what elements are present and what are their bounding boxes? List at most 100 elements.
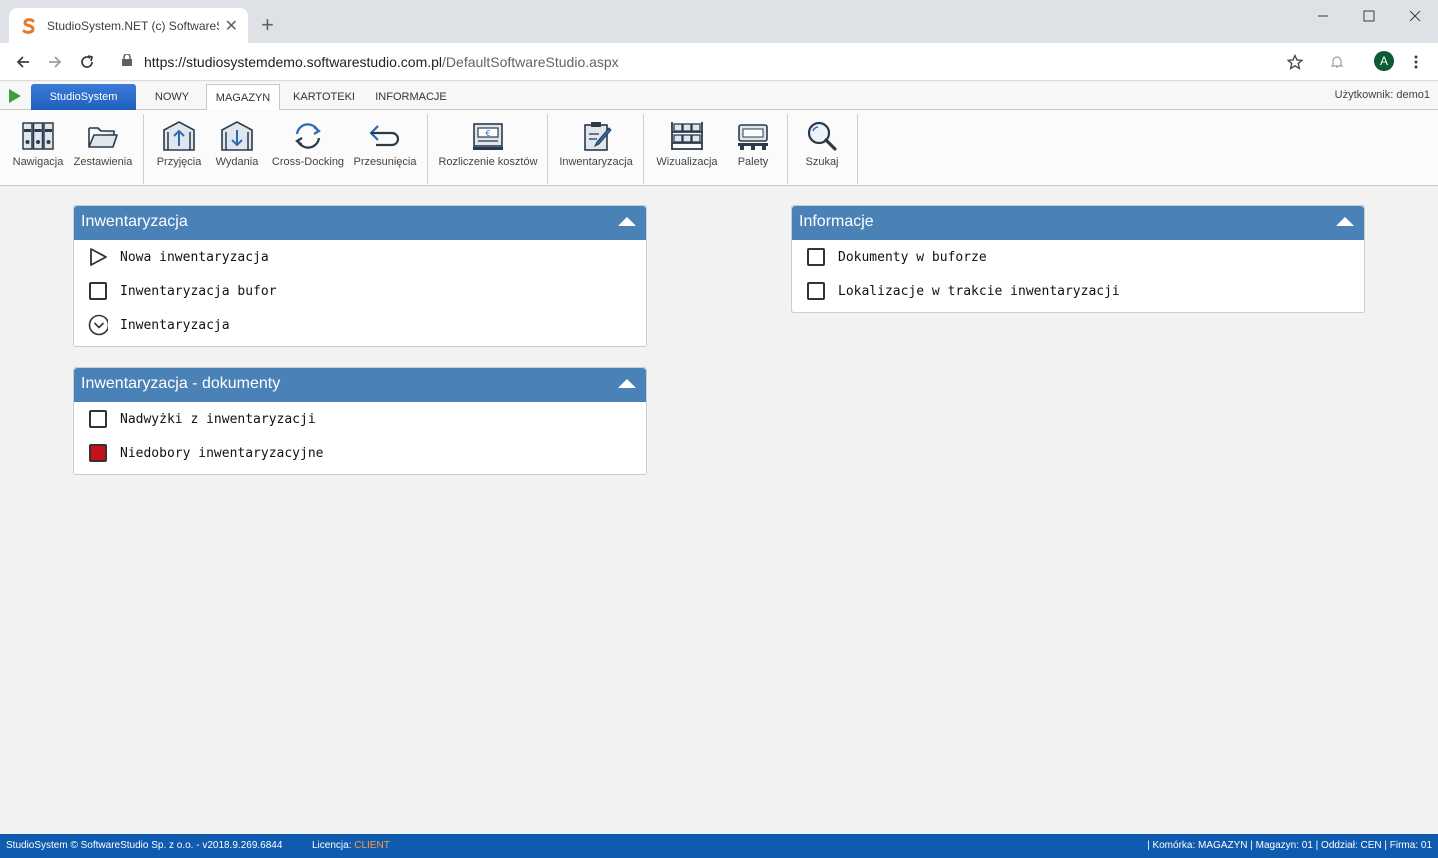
item-label: Nadwyżki z inwentaryzacji [120,411,316,427]
ribbon-group-search: Szukaj [788,114,858,184]
panel-informacje-header[interactable]: Informacje [792,206,1364,240]
profile-avatar[interactable]: A [1374,51,1394,71]
svg-text:€: € [485,129,490,138]
item-label: Nowa inwentaryzacja [120,249,269,265]
license-value: CLIENT [354,840,390,851]
item-label: Dokumenty w buforze [838,249,987,265]
przyjecia-label: Przyjęcia [156,156,202,168]
ribbon-group-docs: Przyjęcia Wydania Cross-Docking Przesuni… [144,114,428,184]
panel-inwentaryzacja: Inwentaryzacja Nowa inwentaryzacja Inwen… [73,205,647,347]
browser-tab[interactable]: StudioSystem.NET (c) SoftwareSt ✕ [9,8,248,43]
browser-toolbar: https://studiosystemdemo.softwarestudio.… [0,43,1438,81]
zestawienia-label: Zestawienia [73,156,133,168]
checkbox-empty-icon [88,281,108,301]
wydania-label: Wydania [215,156,259,168]
tab-studiosystem[interactable]: StudioSystem [31,84,136,110]
item-lokalizacje[interactable]: Lokalizacje w trakcie inwentaryzacji [792,274,1364,308]
ribbon-group-costs: € Rozliczenie kosztów [428,114,548,184]
crossdocking-button[interactable]: Cross-Docking [270,114,346,182]
new-tab-icon[interactable]: + [261,12,274,38]
checkbox-empty-icon [806,281,826,301]
minimize-icon[interactable] [1300,0,1346,32]
palety-label: Palety [737,156,769,168]
rozliczenie-label: Rozliczenie kosztów [438,156,538,168]
nawigacja-button[interactable]: Nawigacja [8,114,68,182]
collapse-caret-icon[interactable] [1336,217,1354,226]
zestawienia-button[interactable]: Zestawienia [72,114,134,182]
play-outline-icon [88,247,108,267]
binders-icon [22,122,54,150]
panel-title: Inwentaryzacja - dokumenty [81,375,281,392]
status-bar: StudioSystem © SoftwareStudio Sp. z o.o.… [0,834,1438,858]
wydania-button[interactable]: Wydania [210,114,264,182]
szukaj-label: Szukaj [805,156,839,168]
nawigacja-label: Nawigacja [12,156,64,168]
forward-arrow-icon[interactable] [44,51,66,73]
bookmark-star-icon[interactable] [1284,51,1306,73]
checkbox-empty-icon [88,409,108,429]
item-nowa-inwentaryzacja[interactable]: Nowa inwentaryzacja [74,240,646,274]
menu-dots-icon[interactable] [1405,51,1427,73]
window-close-icon[interactable] [1392,0,1438,32]
tab-kartoteki[interactable]: KARTOTEKI [288,84,360,110]
sync-arrows-icon [295,123,321,149]
crossdocking-label: Cross-Docking [271,156,345,168]
user-label: Użytkownik: demo1 [1334,89,1430,101]
browser-tab-title: StudioSystem.NET (c) SoftwareSt [47,18,219,33]
ribbon-toolbar: Nawigacja Zestawienia Przyjęcia Wydania … [0,110,1438,186]
collapse-caret-icon[interactable] [618,379,636,388]
panel-informacje: Informacje Dokumenty w buforze Lokalizac… [791,205,1365,313]
status-context: | Komórka: MAGAZYN | Magazyn: 01 | Oddzi… [1147,840,1432,851]
item-inwentaryzacja[interactable]: Inwentaryzacja [74,308,646,342]
checkbox-empty-icon [806,247,826,267]
notification-bell-icon[interactable] [1326,51,1348,73]
item-label: Lokalizacje w trakcie inwentaryzacji [838,283,1120,299]
play-icon[interactable] [8,88,22,109]
rack-boxes-icon [671,122,703,150]
ribbon-group-inventory: Inwentaryzacja [548,114,644,184]
panel-dokumenty-header[interactable]: Inwentaryzacja - dokumenty [74,368,646,402]
tab-informacje[interactable]: INFORMACJE [370,84,452,110]
inwentaryzacja-button[interactable]: Inwentaryzacja [556,114,636,182]
magnifier-icon [807,121,837,151]
rozliczenie-kosztow-button[interactable]: € Rozliczenie kosztów [434,114,542,182]
item-nadwyzki[interactable]: Nadwyżki z inwentaryzacji [74,402,646,436]
status-copyright: StudioSystem © SoftwareStudio Sp. z o.o.… [6,840,283,851]
item-niedobory[interactable]: Niedobory inwentaryzacyjne [74,436,646,470]
panel-inwentaryzacja-header[interactable]: Inwentaryzacja [74,206,646,240]
lock-icon [122,53,134,71]
palety-button[interactable]: Palety [726,114,780,182]
wizualizacja-label: Wizualizacja [656,156,718,168]
item-label: Inwentaryzacja [120,317,230,333]
item-label: Niedobory inwentaryzacyjne [120,445,324,461]
inwentaryzacja-label: Inwentaryzacja [559,156,633,168]
status-license: Licencja: CLIENT [312,840,390,851]
tab-close-icon[interactable]: ✕ [225,16,238,36]
warehouse-in-icon [163,121,195,151]
item-dokumenty-w-buforze[interactable]: Dokumenty w buforze [792,240,1364,274]
tab-nowy[interactable]: NOWY [146,84,198,110]
return-arrow-icon [369,125,400,147]
studiosystem-favicon-icon [21,17,37,34]
item-inwentaryzacja-bufor[interactable]: Inwentaryzacja bufor [74,274,646,308]
clipboard-pen-icon [584,122,612,151]
ribbon-group-view: Wizualizacja Palety [644,114,788,184]
collapse-caret-icon[interactable] [618,217,636,226]
szukaj-button[interactable]: Szukaj [796,114,848,182]
address-bar[interactable]: https://studiosystemdemo.softwarestudio.… [112,47,1312,77]
browser-tabstrip: StudioSystem.NET (c) SoftwareSt ✕ + [0,0,1438,43]
wizualizacja-button[interactable]: Wizualizacja [652,114,722,182]
przyjecia-button[interactable]: Przyjęcia [152,114,206,182]
tab-magazyn[interactable]: MAGAZYN [206,84,280,111]
panel-inwentaryzacja-dokumenty: Inwentaryzacja - dokumenty Nadwyżki z in… [73,367,647,475]
app-tabbar: StudioSystem NOWY MAGAZYN KARTOTEKI INFO… [0,82,1438,111]
pallet-icon [738,124,768,150]
warehouse-out-icon [221,121,253,151]
back-arrow-icon[interactable] [12,51,34,73]
reload-icon[interactable] [76,51,98,73]
item-label: Inwentaryzacja bufor [120,283,277,299]
maximize-icon[interactable] [1346,0,1392,32]
invoice-euro-icon: € [473,123,503,150]
przesuniecia-label: Przesunięcia [353,156,417,168]
przesuniecia-button[interactable]: Przesunięcia [350,114,420,182]
